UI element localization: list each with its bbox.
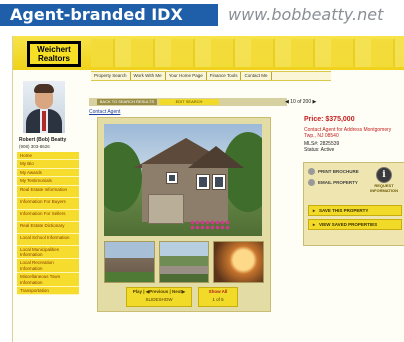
pager-text: 10 of 200 xyxy=(290,99,312,105)
contact-agent-link[interactable]: Contact Agent xyxy=(89,109,120,115)
sidebar-item-recreation-info[interactable]: Local Recreation Information xyxy=(17,259,79,274)
email-property-link[interactable]: EMAIL PROPERTY xyxy=(318,180,358,185)
view-saved-button[interactable]: ▸ VIEW SAVED PROPERTIES xyxy=(308,219,402,230)
nav-your-home-page[interactable]: Your Home Page xyxy=(166,72,207,80)
email-icon[interactable] xyxy=(308,179,315,186)
sidebar-item-my-testimonials[interactable]: My Testimonials xyxy=(17,177,79,186)
slideshow-controls[interactable]: Play | ◀Previous | Next▶ SLIDESHOW xyxy=(126,287,192,307)
nav-property-search[interactable]: Property Search xyxy=(91,72,131,80)
info-icon[interactable]: i xyxy=(376,167,392,183)
thumbnail-1[interactable] xyxy=(104,241,155,283)
sidebar-item-dictionary[interactable]: Real Estate Dictionary xyxy=(17,222,79,234)
header-photo-strip xyxy=(91,39,404,67)
view-saved-label: VIEW SAVED PROPERTIES xyxy=(319,222,378,227)
play-prev-next[interactable]: Play | ◀Previous | Next▶ xyxy=(127,288,191,296)
site-screenshot: Weichert Realtors Property Search Work W… xyxy=(12,36,404,342)
nav-contact-me[interactable]: Contact Me xyxy=(241,72,272,80)
sidebar-nav: Home My Bio My Awards My Testimonials Re… xyxy=(17,152,79,296)
listing-content: BACK TO SEARCH RESULTS EDIT SEARCH ◀ 10 … xyxy=(89,84,404,342)
sidebar-item-municipalities-info[interactable]: Local Municipalities Information xyxy=(17,246,79,260)
result-pager: ◀ 10 of 200 ▶ xyxy=(285,98,316,106)
logo-line-1: Weichert xyxy=(37,45,71,54)
thumbnail-3[interactable] xyxy=(213,241,265,283)
show-all-label[interactable]: Show All xyxy=(199,288,237,296)
listing-address: Contact Agent for Address Montgomery Twp… xyxy=(304,127,392,139)
banner-title: Agent-branded IDX xyxy=(0,4,218,26)
request-information-link[interactable]: REQUEST INFORMATION xyxy=(368,183,400,193)
sidebar-item-transportation[interactable]: Transportation xyxy=(17,287,79,296)
agent-name: Robert (Bob) Beatty xyxy=(19,137,67,143)
next-result-icon[interactable]: ▶ xyxy=(313,99,317,105)
banner-url: www.bobbeatty.net xyxy=(228,5,384,24)
logo-line-2: Realtors xyxy=(37,54,70,63)
prev-result-icon[interactable]: ◀ xyxy=(285,99,289,105)
sidebar-item-info-sellers[interactable]: Information For Sellers xyxy=(17,210,79,222)
nav-work-with-me[interactable]: Work With Me xyxy=(131,72,166,80)
property-actions-panel: PRINT BROCHURE EMAIL PROPERTY i REQUEST … xyxy=(303,162,404,246)
page-banner: Agent-branded IDX www.bobbeatty.net xyxy=(0,0,404,30)
sidebar-item-home[interactable]: Home xyxy=(17,152,79,161)
agent-phone: (908) 303-8626 xyxy=(19,144,50,149)
print-icon[interactable] xyxy=(308,168,315,175)
back-to-results-button[interactable]: BACK TO SEARCH RESULTS xyxy=(97,99,157,105)
print-brochure-link[interactable]: PRINT BROCHURE xyxy=(318,169,359,174)
sidebar-item-school-info[interactable]: Local School Information xyxy=(17,234,79,246)
agent-photo xyxy=(23,81,65,133)
listing-price: Price: $375,000 xyxy=(304,116,355,123)
top-nav: Property Search Work With Me Your Home P… xyxy=(91,71,331,81)
site-header: Weichert Realtors xyxy=(13,36,404,70)
sidebar-item-town-info[interactable]: Miscellaneous Town Information xyxy=(17,273,79,288)
edit-search-button[interactable]: EDIT SEARCH xyxy=(159,99,219,105)
weichert-logo[interactable]: Weichert Realtors xyxy=(27,41,81,67)
photo-gallery: Play | ◀Previous | Next▶ SLIDESHOW Show … xyxy=(97,117,271,312)
show-all-control[interactable]: Show All 1 of 5 xyxy=(198,287,238,307)
listing-status: Status: Active xyxy=(304,147,335,153)
thumbnail-2[interactable] xyxy=(158,241,210,283)
arrow-right-icon: ▸ xyxy=(312,208,316,213)
slideshow-label: SLIDESHOW xyxy=(145,297,173,302)
photo-count: 1 of 5 xyxy=(212,297,224,302)
sidebar-item-info-buyers[interactable]: Information For Buyers xyxy=(17,198,79,210)
thumbnail-strip xyxy=(104,241,265,283)
sidebar-item-real-estate-info[interactable]: Real Estate Information xyxy=(17,186,79,198)
arrow-right-icon: ▸ xyxy=(312,222,316,227)
sidebar-item-my-bio[interactable]: My Bio xyxy=(17,160,79,169)
save-property-label: SAVE THIS PROPERTY xyxy=(319,208,369,213)
main-property-photo[interactable] xyxy=(104,124,262,236)
nav-finance-tools[interactable]: Finance Tools xyxy=(207,72,242,80)
sidebar-item-my-awards[interactable]: My Awards xyxy=(17,169,79,178)
save-property-button[interactable]: ▸ SAVE THIS PROPERTY xyxy=(308,205,402,216)
